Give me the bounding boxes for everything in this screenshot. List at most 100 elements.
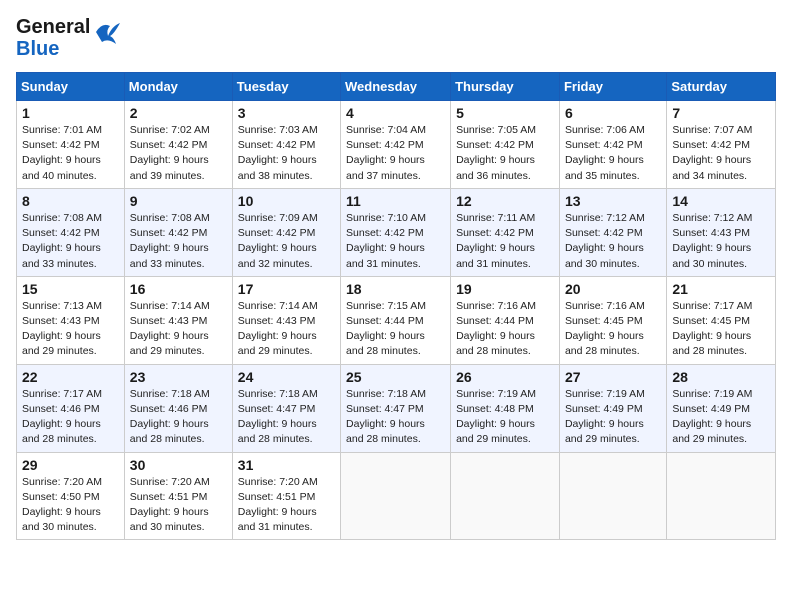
calendar-day-cell: 22 Sunrise: 7:17 AM Sunset: 4:46 PM Dayl… — [17, 364, 125, 452]
calendar-day-cell: 10 Sunrise: 7:09 AM Sunset: 4:42 PM Dayl… — [232, 188, 340, 276]
day-info: Sunrise: 7:04 AM Sunset: 4:42 PM Dayligh… — [346, 123, 445, 184]
day-number: 9 — [130, 193, 227, 209]
calendar-day-cell: 14 Sunrise: 7:12 AM Sunset: 4:43 PM Dayl… — [667, 188, 776, 276]
day-number: 22 — [22, 369, 119, 385]
day-info: Sunrise: 7:08 AM Sunset: 4:42 PM Dayligh… — [22, 211, 119, 272]
day-info: Sunrise: 7:01 AM Sunset: 4:42 PM Dayligh… — [22, 123, 119, 184]
day-info: Sunrise: 7:16 AM Sunset: 4:45 PM Dayligh… — [565, 299, 661, 360]
day-info: Sunrise: 7:12 AM Sunset: 4:42 PM Dayligh… — [565, 211, 661, 272]
day-number: 24 — [238, 369, 335, 385]
day-info: Sunrise: 7:18 AM Sunset: 4:46 PM Dayligh… — [130, 387, 227, 448]
day-number: 19 — [456, 281, 554, 297]
calendar-header-saturday: Saturday — [667, 73, 776, 101]
day-number: 6 — [565, 105, 661, 121]
day-info: Sunrise: 7:13 AM Sunset: 4:43 PM Dayligh… — [22, 299, 119, 360]
day-number: 13 — [565, 193, 661, 209]
calendar-header-wednesday: Wednesday — [341, 73, 451, 101]
calendar-day-cell — [559, 452, 666, 540]
calendar-day-cell: 18 Sunrise: 7:15 AM Sunset: 4:44 PM Dayl… — [341, 276, 451, 364]
calendar-day-cell: 17 Sunrise: 7:14 AM Sunset: 4:43 PM Dayl… — [232, 276, 340, 364]
day-number: 16 — [130, 281, 227, 297]
day-info: Sunrise: 7:19 AM Sunset: 4:49 PM Dayligh… — [565, 387, 661, 448]
calendar-header-sunday: Sunday — [17, 73, 125, 101]
calendar-day-cell: 7 Sunrise: 7:07 AM Sunset: 4:42 PM Dayli… — [667, 101, 776, 189]
calendar-day-cell: 5 Sunrise: 7:05 AM Sunset: 4:42 PM Dayli… — [451, 101, 560, 189]
calendar-day-cell: 6 Sunrise: 7:06 AM Sunset: 4:42 PM Dayli… — [559, 101, 666, 189]
calendar-day-cell: 25 Sunrise: 7:18 AM Sunset: 4:47 PM Dayl… — [341, 364, 451, 452]
calendar-day-cell — [451, 452, 560, 540]
calendar-day-cell: 15 Sunrise: 7:13 AM Sunset: 4:43 PM Dayl… — [17, 276, 125, 364]
day-info: Sunrise: 7:18 AM Sunset: 4:47 PM Dayligh… — [238, 387, 335, 448]
calendar-header-monday: Monday — [124, 73, 232, 101]
day-info: Sunrise: 7:20 AM Sunset: 4:51 PM Dayligh… — [130, 475, 227, 536]
logo-general: General — [16, 16, 90, 38]
calendar-day-cell: 27 Sunrise: 7:19 AM Sunset: 4:49 PM Dayl… — [559, 364, 666, 452]
day-info: Sunrise: 7:17 AM Sunset: 4:45 PM Dayligh… — [672, 299, 770, 360]
calendar-week-row: 29 Sunrise: 7:20 AM Sunset: 4:50 PM Dayl… — [17, 452, 776, 540]
day-number: 17 — [238, 281, 335, 297]
calendar-day-cell — [667, 452, 776, 540]
calendar-day-cell: 21 Sunrise: 7:17 AM Sunset: 4:45 PM Dayl… — [667, 276, 776, 364]
day-info: Sunrise: 7:19 AM Sunset: 4:48 PM Dayligh… — [456, 387, 554, 448]
day-info: Sunrise: 7:17 AM Sunset: 4:46 PM Dayligh… — [22, 387, 119, 448]
calendar-header-row: SundayMondayTuesdayWednesdayThursdayFrid… — [17, 73, 776, 101]
day-number: 20 — [565, 281, 661, 297]
calendar-week-row: 15 Sunrise: 7:13 AM Sunset: 4:43 PM Dayl… — [17, 276, 776, 364]
calendar-day-cell — [341, 452, 451, 540]
calendar-day-cell: 20 Sunrise: 7:16 AM Sunset: 4:45 PM Dayl… — [559, 276, 666, 364]
calendar-day-cell: 30 Sunrise: 7:20 AM Sunset: 4:51 PM Dayl… — [124, 452, 232, 540]
day-number: 29 — [22, 457, 119, 473]
calendar-day-cell: 23 Sunrise: 7:18 AM Sunset: 4:46 PM Dayl… — [124, 364, 232, 452]
calendar-day-cell: 11 Sunrise: 7:10 AM Sunset: 4:42 PM Dayl… — [341, 188, 451, 276]
calendar-day-cell: 3 Sunrise: 7:03 AM Sunset: 4:42 PM Dayli… — [232, 101, 340, 189]
day-number: 7 — [672, 105, 770, 121]
day-number: 4 — [346, 105, 445, 121]
logo-blue: Blue — [16, 38, 90, 60]
logo-bird-icon — [92, 22, 120, 54]
day-info: Sunrise: 7:18 AM Sunset: 4:47 PM Dayligh… — [346, 387, 445, 448]
day-info: Sunrise: 7:16 AM Sunset: 4:44 PM Dayligh… — [456, 299, 554, 360]
calendar-day-cell: 16 Sunrise: 7:14 AM Sunset: 4:43 PM Dayl… — [124, 276, 232, 364]
day-number: 30 — [130, 457, 227, 473]
calendar-week-row: 22 Sunrise: 7:17 AM Sunset: 4:46 PM Dayl… — [17, 364, 776, 452]
day-number: 27 — [565, 369, 661, 385]
calendar-day-cell: 13 Sunrise: 7:12 AM Sunset: 4:42 PM Dayl… — [559, 188, 666, 276]
day-number: 5 — [456, 105, 554, 121]
calendar-week-row: 1 Sunrise: 7:01 AM Sunset: 4:42 PM Dayli… — [17, 101, 776, 189]
calendar-day-cell: 4 Sunrise: 7:04 AM Sunset: 4:42 PM Dayli… — [341, 101, 451, 189]
calendar-day-cell: 19 Sunrise: 7:16 AM Sunset: 4:44 PM Dayl… — [451, 276, 560, 364]
day-number: 26 — [456, 369, 554, 385]
day-number: 21 — [672, 281, 770, 297]
day-number: 15 — [22, 281, 119, 297]
calendar-table: SundayMondayTuesdayWednesdayThursdayFrid… — [16, 72, 776, 540]
day-number: 1 — [22, 105, 119, 121]
day-info: Sunrise: 7:11 AM Sunset: 4:42 PM Dayligh… — [456, 211, 554, 272]
calendar-day-cell: 9 Sunrise: 7:08 AM Sunset: 4:42 PM Dayli… — [124, 188, 232, 276]
day-number: 3 — [238, 105, 335, 121]
day-info: Sunrise: 7:07 AM Sunset: 4:42 PM Dayligh… — [672, 123, 770, 184]
day-number: 8 — [22, 193, 119, 209]
calendar-day-cell: 1 Sunrise: 7:01 AM Sunset: 4:42 PM Dayli… — [17, 101, 125, 189]
day-info: Sunrise: 7:05 AM Sunset: 4:42 PM Dayligh… — [456, 123, 554, 184]
day-number: 11 — [346, 193, 445, 209]
page-header: General Blue — [16, 16, 776, 60]
calendar-day-cell: 8 Sunrise: 7:08 AM Sunset: 4:42 PM Dayli… — [17, 188, 125, 276]
day-number: 28 — [672, 369, 770, 385]
day-info: Sunrise: 7:06 AM Sunset: 4:42 PM Dayligh… — [565, 123, 661, 184]
calendar-day-cell: 2 Sunrise: 7:02 AM Sunset: 4:42 PM Dayli… — [124, 101, 232, 189]
day-info: Sunrise: 7:20 AM Sunset: 4:50 PM Dayligh… — [22, 475, 119, 536]
day-number: 2 — [130, 105, 227, 121]
day-number: 12 — [456, 193, 554, 209]
day-info: Sunrise: 7:12 AM Sunset: 4:43 PM Dayligh… — [672, 211, 770, 272]
day-number: 18 — [346, 281, 445, 297]
day-info: Sunrise: 7:15 AM Sunset: 4:44 PM Dayligh… — [346, 299, 445, 360]
day-number: 14 — [672, 193, 770, 209]
day-number: 23 — [130, 369, 227, 385]
day-info: Sunrise: 7:03 AM Sunset: 4:42 PM Dayligh… — [238, 123, 335, 184]
day-info: Sunrise: 7:10 AM Sunset: 4:42 PM Dayligh… — [346, 211, 445, 272]
calendar-day-cell: 31 Sunrise: 7:20 AM Sunset: 4:51 PM Dayl… — [232, 452, 340, 540]
calendar-header-tuesday: Tuesday — [232, 73, 340, 101]
calendar-week-row: 8 Sunrise: 7:08 AM Sunset: 4:42 PM Dayli… — [17, 188, 776, 276]
day-number: 25 — [346, 369, 445, 385]
day-info: Sunrise: 7:14 AM Sunset: 4:43 PM Dayligh… — [130, 299, 227, 360]
